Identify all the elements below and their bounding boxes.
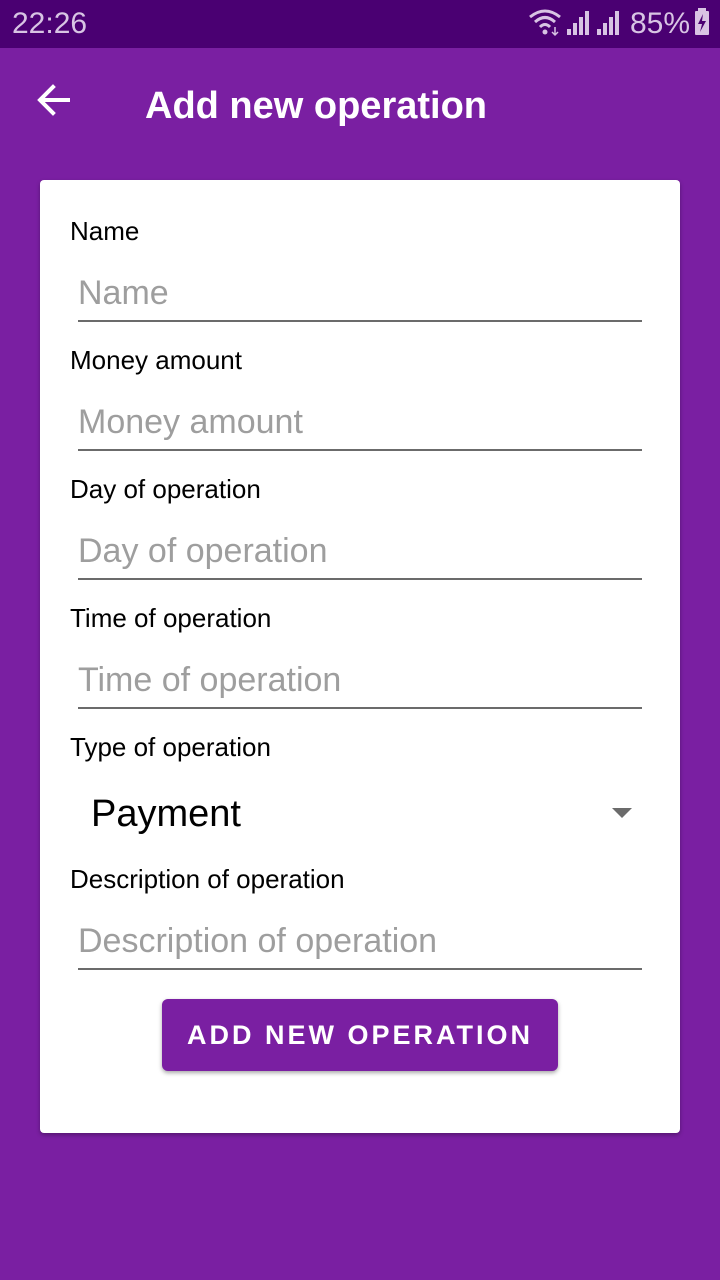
type-selected-value: Payment (91, 793, 241, 835)
signal-icon (596, 7, 622, 42)
name-input[interactable] (78, 266, 642, 322)
day-of-operation-label: Day of operation (70, 474, 261, 504)
page-title: Add new operation (145, 85, 487, 127)
dropdown-arrow-icon (612, 808, 632, 818)
back-button[interactable] (22, 70, 86, 134)
type-of-operation-label: Type of operation (70, 732, 271, 762)
signal-icon (566, 7, 592, 42)
description-input[interactable] (78, 914, 642, 970)
money-amount-label: Money amount (70, 345, 242, 375)
name-label: Name (70, 216, 140, 246)
time-of-operation-label: Time of operation (70, 603, 272, 633)
status-bar: 22:26 85% (0, 0, 720, 48)
day-of-operation-input[interactable] (78, 524, 642, 580)
type-of-operation-dropdown[interactable]: Payment (70, 780, 642, 850)
wifi-icon (528, 7, 562, 42)
description-label: Description of operation (70, 864, 345, 894)
app-bar: Add new operation (0, 48, 720, 164)
arrow-back-icon (36, 82, 72, 123)
add-new-operation-button[interactable]: ADD NEW OPERATION (162, 999, 558, 1071)
money-amount-input[interactable] (78, 395, 642, 451)
status-time: 22:26 (12, 7, 88, 40)
battery-charging-icon (694, 7, 710, 42)
time-of-operation-input[interactable] (78, 653, 642, 709)
battery-percent: 85% (629, 7, 690, 40)
status-icons: 85% (528, 6, 710, 42)
operation-form-card: Name Money amount Day of operation Time … (40, 180, 680, 1133)
